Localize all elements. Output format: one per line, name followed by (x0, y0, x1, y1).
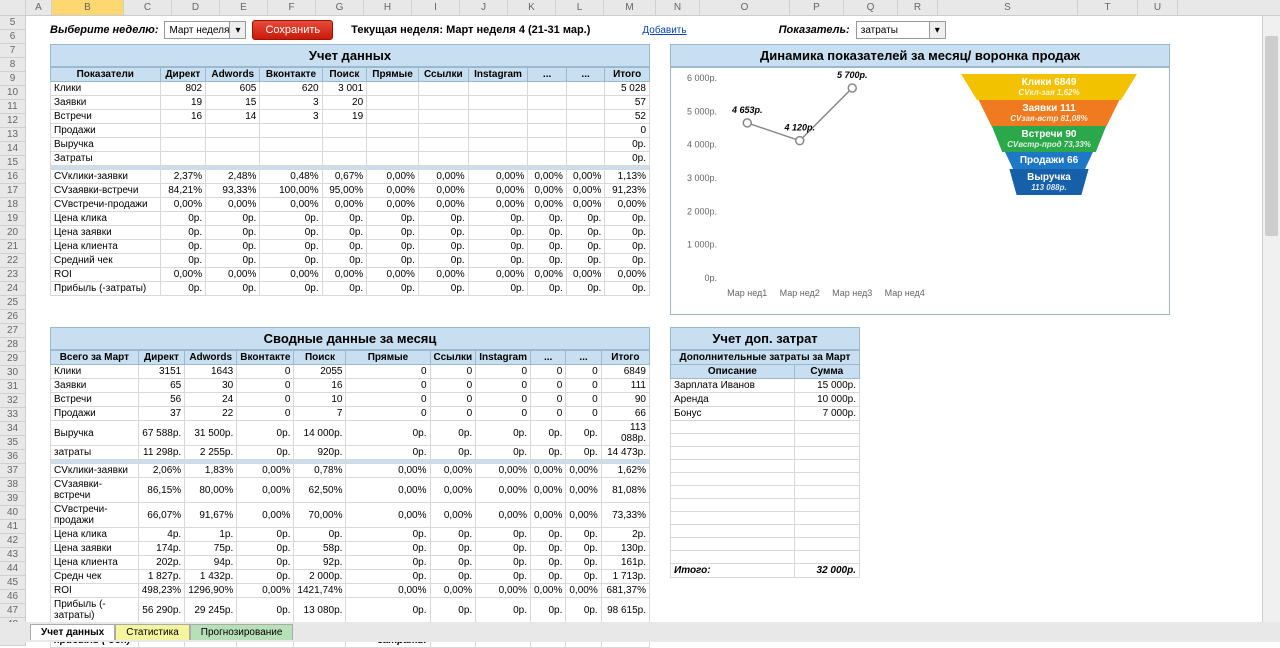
table-row[interactable]: Цена заявки0р.0р.0р.0р.0р.0р.0р.0р.0р.0р… (51, 226, 650, 240)
expense-row[interactable]: Аренда10 000р. (671, 393, 860, 407)
table2-title: Сводные данные за месяц (50, 327, 650, 350)
chevron-down-icon: ▾ (229, 22, 245, 38)
table-row[interactable]: Клики8026056203 0015 028 (51, 82, 650, 96)
table-row[interactable]: Клики3151164302055000006849 (51, 365, 650, 379)
add-link[interactable]: Добавить (642, 25, 686, 36)
expense-row[interactable]: Бонус7 000р. (671, 407, 860, 421)
table-row[interactable]: Выручка0р. (51, 138, 650, 152)
svg-text:6 000р.: 6 000р. (687, 73, 717, 83)
svg-text:4 653р.: 4 653р. (731, 105, 763, 115)
svg-text:1 000р.: 1 000р. (687, 240, 717, 250)
table-row[interactable]: CVвстречи-продажи0,00%0,00%0,00%0,00%0,0… (51, 198, 650, 212)
table-row[interactable]: Цена клика0р.0р.0р.0р.0р.0р.0р.0р.0р.0р. (51, 212, 650, 226)
indicator-label: Показатель: (779, 24, 850, 36)
table-row[interactable]: Продажи3722070000066 (51, 407, 650, 421)
table-row[interactable]: Продажи0 (51, 124, 650, 138)
table-row[interactable]: Цена клиента202р.94р.0р.92р.0р.0р.0р.0р.… (51, 556, 650, 570)
table-row[interactable]: Заявки653001600000111 (51, 379, 650, 393)
table-row[interactable]: CVклики-заявки2,37%2,48%0,48%0,67%0,00%0… (51, 170, 650, 184)
funnel-segment: Заявки 111CVзая-встр 81,08% (969, 100, 1129, 126)
sheet-tab-forecast[interactable]: Прогнозирование (190, 624, 294, 640)
table-row[interactable]: Прибыль (-затраты)0р.0р.0р.0р.0р.0р.0р.0… (51, 282, 650, 296)
expenses-title: Учет доп. затрат (670, 327, 860, 350)
table-row[interactable]: CVзаявки-встречи84,21%93,33%100,00%95,00… (51, 184, 650, 198)
funnel-segment: Встречи 90CVвстр-прод 73,33% (984, 126, 1114, 152)
svg-text:5 000р.: 5 000р. (687, 106, 717, 116)
chart-box: 0р. 1 000р. 2 000р. 3 000р. 4 000р. 5 000р. 6 … (670, 67, 1170, 315)
table-row[interactable]: ROI498,23%1296,90%0,00%1421,74%0,00%0,00… (51, 584, 650, 598)
funnel-segment: Выручка113 088р. (1004, 169, 1094, 195)
funnel-segment: Продажи 66 (999, 152, 1099, 169)
funnel-segment: Клики 6849CVкл-зая 1,62% (949, 74, 1149, 100)
sheet-tab-data[interactable]: Учет данных (30, 624, 115, 640)
table-row[interactable]: Заявки191532057 (51, 96, 650, 110)
vertical-scrollbar[interactable] (1262, 16, 1280, 622)
table-row[interactable]: Цена клиента0р.0р.0р.0р.0р.0р.0р.0р.0р.0… (51, 240, 650, 254)
data-table-1[interactable]: ПоказателиДиректAdwordsВконтактеПоискПря… (50, 67, 650, 296)
table-row[interactable]: ROI0,00%0,00%0,00%0,00%0,00%0,00%0,00%0,… (51, 268, 650, 282)
table-row[interactable]: Встречи56240100000090 (51, 393, 650, 407)
expenses-table[interactable]: Дополнительные затраты за МартОписаниеСу… (670, 350, 860, 578)
table-row[interactable]: Затраты0р. (51, 152, 650, 166)
week-label: Выберите неделю: (50, 24, 158, 36)
save-button[interactable]: Сохранить (252, 20, 333, 40)
svg-text:Мар нед4: Мар нед4 (885, 288, 925, 298)
table-row[interactable]: Средний чек0р.0р.0р.0р.0р.0р.0р.0р.0р.0р… (51, 254, 650, 268)
expense-row[interactable]: Зарплата Иванов15 000р. (671, 379, 860, 393)
chart-title: Динамика показателей за месяц/ воронка п… (670, 44, 1170, 67)
svg-text:Мар нед3: Мар нед3 (832, 288, 872, 298)
table-row[interactable]: Средн чек1 827р.1 432р.0р.2 000р.0р.0р.0… (51, 570, 650, 584)
svg-text:4 120р.: 4 120р. (783, 123, 815, 133)
current-week: Текущая неделя: Март неделя 4 (21-31 мар… (351, 24, 590, 36)
data-table-2[interactable]: Всего за МартДиректAdwordsВконтактеПоиск… (50, 350, 650, 648)
svg-text:Мар нед2: Мар нед2 (780, 288, 820, 298)
svg-text:3 000р.: 3 000р. (687, 173, 717, 183)
table-row[interactable]: Выручка67 588р.31 500р.0р.14 000р.0р.0р.… (51, 421, 650, 446)
table-row[interactable]: CVзаявки-встречи86,15%80,00%0,00%62,50%0… (51, 478, 650, 503)
svg-text:Мар нед1: Мар нед1 (727, 288, 767, 298)
table-row[interactable]: Прибыль (-затраты)56 290р.29 245р.0р.13 … (51, 598, 650, 623)
week-dropdown[interactable]: Март неделя 4▾ (164, 21, 246, 39)
chevron-down-icon: ▾ (929, 22, 945, 38)
table1-title: Учет данных (50, 44, 650, 67)
table-row[interactable]: CVвстречи-продажи66,07%91,67%0,00%70,00%… (51, 503, 650, 528)
table-row[interactable]: Цена клика4р.1р.0р.0р.0р.0р.0р.0р.0р.2р. (51, 528, 650, 542)
svg-text:0р.: 0р. (704, 273, 717, 283)
svg-text:4 000р.: 4 000р. (687, 140, 717, 150)
table-row[interactable]: Встречи161431952 (51, 110, 650, 124)
svg-text:5 700р.: 5 700р. (837, 70, 868, 80)
table-row[interactable]: CVклики-заявки2,06%1,83%0,00%0,78%0,00%0… (51, 464, 650, 478)
table-row[interactable]: затраты11 298р.2 255р.0р.920р.0р.0р.0р.0… (51, 446, 650, 460)
svg-text:2 000р.: 2 000р. (687, 206, 717, 216)
table-row[interactable]: Цена заявки174р.75р.0р.58р.0р.0р.0р.0р.0… (51, 542, 650, 556)
sheet-tab-stats[interactable]: Статистика (115, 624, 190, 640)
indicator-dropdown[interactable]: затраты▾ (856, 21, 946, 39)
